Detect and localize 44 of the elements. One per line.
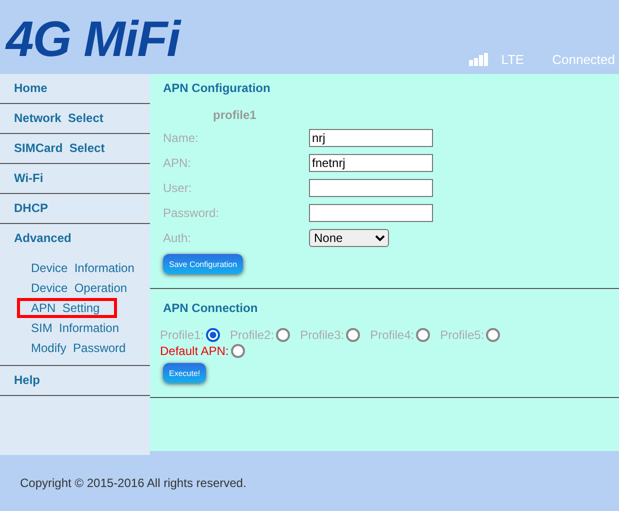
- radio-button[interactable]: [206, 328, 220, 342]
- sidebar-item[interactable]: Wi-Fi: [0, 164, 150, 193]
- field-label: Password:: [163, 206, 220, 220]
- sidebar-subitem[interactable]: SIM Information: [17, 318, 126, 338]
- profile-name: profile1: [213, 108, 258, 122]
- network-type: LTE: [501, 52, 524, 67]
- logo: 4G MiFi: [6, 14, 180, 64]
- signal-icon: [469, 53, 490, 66]
- sidebar-item[interactable]: SIMCard Select: [0, 134, 150, 163]
- radio-label: Default APN:: [160, 344, 229, 358]
- auth-dropdown[interactable]: None: [309, 228, 389, 246]
- input-field[interactable]: nrj: [309, 128, 433, 146]
- field-label: User:: [163, 180, 193, 194]
- sidebar-subitem[interactable]: Modify Password: [17, 338, 133, 358]
- sidebar-subitem[interactable]: Device Operation: [17, 278, 134, 298]
- sidebar-subitem[interactable]: APN Setting: [17, 298, 117, 318]
- copyright-text: Copyright © 2015-2016 All rights reserved.: [20, 476, 246, 490]
- input-field[interactable]: [309, 178, 433, 196]
- sidebar-subitem[interactable]: Device Information: [17, 258, 142, 278]
- radio-label: Profile1:: [160, 328, 204, 342]
- input-field[interactable]: fnetnrj: [309, 154, 433, 172]
- section-title: APN Connection: [163, 300, 259, 317]
- password-field[interactable]: [309, 204, 433, 222]
- radio-label: Profile5:: [440, 328, 484, 342]
- field-label: APN:: [163, 156, 192, 170]
- sidebar-item[interactable]: Network Select: [0, 104, 150, 133]
- field-label: Auth:: [163, 230, 192, 244]
- radio-button[interactable]: [276, 328, 290, 342]
- radio-button[interactable]: [230, 344, 245, 358]
- radio-label: Profile4:: [370, 328, 414, 342]
- sidebar-item[interactable]: Home: [0, 74, 150, 103]
- connection-status: Connected: [552, 52, 615, 67]
- radio-label: Profile3:: [300, 328, 344, 342]
- execute-button[interactable]: Execute!: [163, 363, 206, 383]
- save-button[interactable]: Save Configuration: [163, 254, 244, 274]
- field-label: Name:: [163, 130, 200, 144]
- radio-button[interactable]: [486, 328, 500, 342]
- sidebar-item[interactable]: Advanced: [0, 224, 150, 253]
- sidebar-item[interactable]: DHCP: [0, 194, 150, 223]
- sidebar-item[interactable]: Help: [0, 366, 150, 395]
- radio-button[interactable]: [346, 328, 360, 342]
- section-title: APN Configuration: [163, 80, 272, 97]
- radio-label: Profile2:: [230, 328, 274, 342]
- radio-button[interactable]: [416, 328, 430, 342]
